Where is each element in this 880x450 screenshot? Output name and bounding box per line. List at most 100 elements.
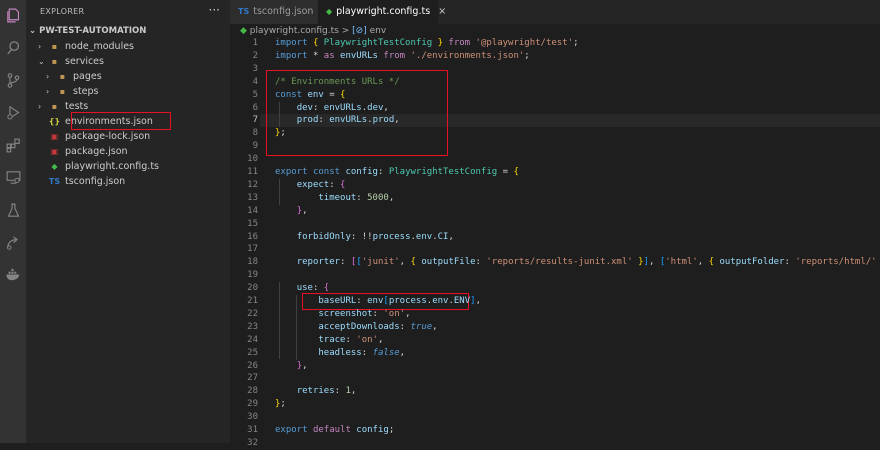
line-number: 25 <box>247 347 258 358</box>
code-line: 32 <box>230 437 880 450</box>
line-text: forbidOnly: !!process.env.CI, <box>275 231 454 244</box>
search-icon[interactable] <box>3 37 23 57</box>
source-control-icon[interactable] <box>3 70 23 90</box>
code-token: : <box>345 334 357 345</box>
code-line: 4 /* Environments URLs */ <box>230 76 880 89</box>
typescript-icon: TS <box>238 7 250 16</box>
code-token: dev <box>367 102 384 113</box>
line-number: 5 <box>252 89 258 100</box>
tree-item[interactable]: ▣ package-lock.json <box>38 129 150 144</box>
code-line: 13 timeout: 5000, <box>230 192 880 205</box>
editor-area: TS tsconfig.json ◆ playwright.config.ts × … <box>230 0 880 448</box>
code-line: 23 acceptDownloads: true, <box>230 321 880 334</box>
code-token: retries <box>296 386 335 397</box>
code-token: const <box>275 89 308 100</box>
playwright-icon: ◆ <box>240 26 247 36</box>
code-token: , <box>302 360 308 371</box>
project-folder[interactable]: ⌄ PW-TEST-AUTOMATION <box>29 26 146 36</box>
line-text: use: { <box>275 282 330 295</box>
code-token: env <box>307 89 330 100</box>
extensions-icon[interactable] <box>3 135 23 155</box>
code-token: default <box>312 425 357 435</box>
code-line: 20 use: { <box>230 282 880 295</box>
tab-playwright-config[interactable]: ◆ playwright.config.ts × <box>318 0 446 24</box>
tree-item-label: playwright.config.ts <box>65 161 159 172</box>
code-token: outputFolder <box>719 257 785 268</box>
live-share-icon[interactable] <box>3 232 23 252</box>
npm-icon: ▣ <box>50 147 59 156</box>
tree-item[interactable]: › ▪ node_modules <box>38 39 134 54</box>
tree-item[interactable]: › ▪ steps <box>46 84 99 99</box>
tree-item[interactable]: TS tsconfig.json <box>38 174 125 189</box>
code-token: { <box>312 38 324 48</box>
code-token: false <box>372 347 400 358</box>
code-line: 16 forbidOnly: !!process.env.CI, <box>230 231 880 244</box>
code-token: envURLs <box>329 115 368 126</box>
code-token: , <box>399 347 406 358</box>
code-token: envURLs <box>340 50 384 61</box>
code-token: outputFile <box>421 257 476 268</box>
more-actions-icon[interactable]: ··· <box>209 3 220 17</box>
close-icon[interactable]: × <box>438 6 446 17</box>
code-token: config <box>345 167 378 177</box>
code-token: env <box>367 296 384 306</box>
tree-item[interactable]: ◆ playwright.config.ts <box>38 159 159 174</box>
chevron-right-icon: › <box>46 72 50 81</box>
explorer-icon[interactable] <box>3 5 23 25</box>
code-token: : <box>356 192 368 203</box>
line-text: dev: envURLs.dev, <box>275 102 389 115</box>
code-token: : !! <box>350 231 373 242</box>
line-text: retries: 1, <box>275 385 357 398</box>
line-number: 10 <box>247 154 258 165</box>
line-number: 8 <box>252 128 258 139</box>
breadcrumb-symbol[interactable]: env <box>370 26 387 36</box>
code-token: env <box>415 231 433 242</box>
code-token: { <box>410 257 422 268</box>
breadcrumb-file[interactable]: playwright.config.ts <box>250 26 339 36</box>
code-line: 14 }, <box>230 205 880 218</box>
code-token: * <box>312 50 324 61</box>
tree-item[interactable]: ⌄ ▪ services <box>38 54 104 69</box>
testing-icon[interactable] <box>3 200 23 220</box>
code-token: { <box>323 283 330 294</box>
chevron-right-icon: › <box>38 42 42 51</box>
activity-bar <box>0 0 26 443</box>
code-line: 29}; <box>230 398 880 411</box>
folder-icon: ▪ <box>51 57 58 66</box>
code-token: prod <box>372 115 395 126</box>
code-token: ; <box>280 128 286 139</box>
line-number: 16 <box>247 231 258 242</box>
docker-icon[interactable] <box>3 264 23 284</box>
code-token: use <box>296 283 313 294</box>
code-line: 26 }, <box>230 360 880 373</box>
remote-explorer-icon[interactable] <box>3 167 23 187</box>
code-token: baseURL <box>318 296 357 306</box>
code-token: '@playwright/test' <box>475 38 574 48</box>
code-line: 8}; <box>230 127 880 140</box>
run-debug-icon[interactable] <box>3 102 23 122</box>
code-token: 'on' <box>383 308 406 319</box>
tab-tsconfig[interactable]: TS tsconfig.json <box>230 0 318 24</box>
line-number: 29 <box>247 399 258 410</box>
code-token: export <box>275 167 313 177</box>
code-token: { <box>708 257 720 268</box>
line-number: 27 <box>247 373 258 384</box>
code-token: , <box>399 257 411 268</box>
line-number: 1 <box>252 38 258 48</box>
tree-item[interactable]: ▣ package.json <box>38 144 128 159</box>
line-text: prod: envURLs.prod, <box>275 114 400 127</box>
project-name: PW-TEST-AUTOMATION <box>39 26 147 36</box>
code-token: true <box>410 321 433 332</box>
code-token: , <box>383 102 389 113</box>
code-token: CI <box>437 231 449 242</box>
code-token: , <box>432 321 438 332</box>
code-line: 19 <box>230 269 880 282</box>
tree-item[interactable]: › ▪ pages <box>46 69 102 84</box>
code-token: 'on' <box>356 334 378 345</box>
